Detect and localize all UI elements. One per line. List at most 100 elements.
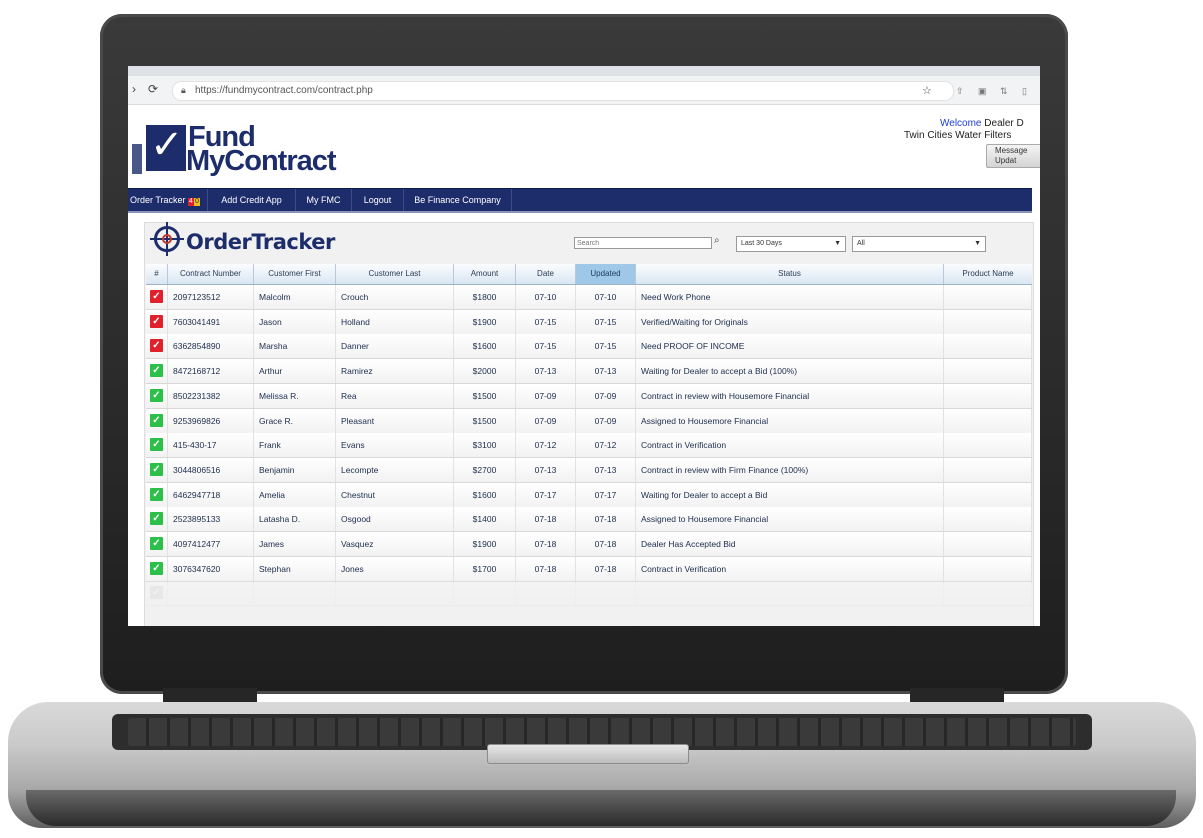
table-row[interactable]: ✓ 7603041491 Jason Holland $1900 07-15 07-15 Ve… [146, 309, 1032, 335]
table-row[interactable]: ✓ 415-430-17 Frank Evans $3100 07-12 07-12 Cont… [146, 433, 1032, 459]
customer-last-cell: Danner [336, 334, 454, 359]
customer-last-cell: Rea [336, 383, 454, 408]
table-row[interactable]: ✓ [146, 581, 1032, 607]
ok-check-icon[interactable]: ✓ [150, 537, 163, 550]
url-text: https://fundmycontract.com/contract.php [195, 85, 373, 96]
contract-number-cell [168, 581, 254, 606]
updated-cell [576, 581, 636, 606]
nav-be-finance-company[interactable]: Be Finance Company [404, 189, 512, 211]
status-cell: Need Work Phone [636, 285, 944, 309]
updated-cell: 07-13 [576, 457, 636, 482]
date-range-select[interactable]: Last 30 Days ▼ [736, 236, 846, 252]
flag-cell: ✓ [146, 285, 168, 309]
browser-tabstrip [128, 66, 1040, 76]
extension-icon[interactable]: ⇧ [956, 86, 964, 97]
col-updated[interactable]: Updated [576, 264, 636, 284]
flag-cell: ✓ [146, 433, 168, 458]
table-row[interactable]: ✓ 3076347620 Stephan Jones $1700 07-18 07-18 Co… [146, 556, 1032, 582]
customer-first-cell: Malcolm [254, 285, 336, 309]
table-row[interactable]: ✓ 2097123512 Malcolm Crouch $1800 07-10 07-10 N… [146, 285, 1032, 310]
customer-first-cell: Latasha D. [254, 507, 336, 532]
attention-check-icon[interactable]: ✓ [150, 339, 163, 353]
keyboard-keys [128, 718, 1076, 746]
nav-logout[interactable]: Logout [352, 189, 404, 211]
col-customer-first[interactable]: Customer First [254, 264, 336, 284]
amount-cell: $1500 [454, 408, 516, 433]
ok-check-icon[interactable]: ✓ [150, 388, 163, 402]
welcome-word: Welcome [940, 118, 982, 129]
table-row[interactable]: ✓ 8502231382 Melissa R. Rea $1500 07-09 07-09 C… [146, 383, 1032, 409]
amount-cell: $1900 [454, 532, 516, 556]
ok-check-icon[interactable]: ✓ [150, 487, 163, 501]
attention-check-icon[interactable]: ✓ [150, 290, 163, 303]
logo-check-icon: ✓ [150, 123, 184, 167]
product-name-cell [944, 507, 1032, 532]
product-name-cell [944, 532, 1032, 556]
flag-cell: ✓ [146, 457, 168, 482]
col-customer-last[interactable]: Customer Last [336, 264, 454, 284]
contract-number-cell: 6462947718 [168, 482, 254, 507]
reload-icon[interactable]: ⟳ [148, 82, 158, 96]
ok-check-icon[interactable]: ✓ [150, 561, 163, 575]
ok-check-icon[interactable]: ✓ [150, 512, 163, 526]
col-flag[interactable]: # [146, 264, 168, 284]
attention-check-icon[interactable]: ✓ [150, 314, 163, 328]
table-row[interactable]: ✓ 4097412477 James Vasquez $1900 07-18 07-18 De… [146, 532, 1032, 557]
forward-icon[interactable]: › [132, 82, 136, 96]
logo-text-mycontract[interactable]: MyContract [186, 146, 337, 176]
amount-cell: $2000 [454, 359, 516, 384]
messages-button[interactable]: Message Updat [986, 144, 1040, 168]
extension-icon[interactable]: ⇅ [1000, 86, 1008, 97]
date-cell: 07-18 [516, 532, 576, 556]
ok-check-icon[interactable]: ✓ [150, 438, 163, 452]
amount-cell: $1800 [454, 285, 516, 309]
status-cell: Contract in Verification [636, 556, 944, 581]
nav-my-fmc[interactable]: My FMC [296, 189, 352, 211]
nav-add-credit-app[interactable]: Add Credit App [208, 189, 296, 211]
extension-icon[interactable]: ▯ [1022, 86, 1027, 97]
customer-last-cell: Evans [336, 433, 454, 458]
customer-first-cell: Frank [254, 433, 336, 458]
table-row[interactable]: ✓ 2523895133 Latasha D. Osgood $1400 07-18 07-… [146, 507, 1032, 533]
customer-last-cell: Crouch [336, 285, 454, 309]
status-filter-select[interactable]: All ▼ [852, 236, 986, 252]
url-field[interactable]: 🔒︎ https://fundmycontract.com/contract.p… [172, 81, 954, 101]
touchpad [487, 744, 689, 764]
customer-first-cell: James [254, 532, 336, 556]
flag-cell: ✓ [146, 482, 168, 507]
product-name-cell [944, 457, 1032, 482]
customer-first-cell [254, 581, 336, 606]
updated-cell: 07-18 [576, 556, 636, 581]
customer-first-cell: Grace R. [254, 408, 336, 433]
table-row[interactable]: ✓ 6362854890 Marsha Danner $1600 07-15 07-15 Ne… [146, 334, 1032, 360]
search-input[interactable] [574, 237, 712, 249]
updated-cell: 07-15 [576, 334, 636, 359]
ok-check-icon[interactable]: ✓ [150, 586, 163, 600]
amount-cell: $1500 [454, 383, 516, 408]
dropdown-arrow-icon: ▼ [834, 240, 841, 247]
col-status[interactable]: Status [636, 264, 944, 284]
col-amount[interactable]: Amount [454, 264, 516, 284]
ok-check-icon[interactable]: ✓ [150, 413, 163, 427]
table-row[interactable]: ✓ 6462947718 Amelia Chestnut $1600 07-17 07-17… [146, 482, 1032, 508]
main-nav: Order Tracker 40 Add Credit App My FMC L… [128, 188, 1032, 213]
customer-first-cell: Jason [254, 309, 336, 334]
messages-label: Message [995, 146, 1028, 155]
table-row[interactable]: ✓ 9253969826 Grace R. Pleasant $1500 07-09 07-… [146, 408, 1032, 434]
product-name-cell [944, 433, 1032, 458]
welcome-user: Dealer D [984, 118, 1024, 129]
search-icon[interactable]: ⌕ [714, 235, 720, 246]
nav-order-tracker[interactable]: Order Tracker 40 [128, 189, 208, 211]
ok-check-icon[interactable]: ✓ [150, 462, 163, 476]
table-row[interactable]: ✓ 8472168712 Arthur Ramirez $2000 07-13 07-13 W… [146, 359, 1032, 385]
ok-check-icon[interactable]: ✓ [150, 364, 163, 378]
contract-number-cell: 2523895133 [168, 507, 254, 532]
col-contract-number[interactable]: Contract Number [168, 264, 254, 284]
extension-icon[interactable]: ▣ [978, 86, 987, 97]
col-date[interactable]: Date [516, 264, 576, 284]
flag-cell: ✓ [146, 507, 168, 532]
bookmark-star-icon[interactable]: ☆ [922, 84, 932, 97]
contract-number-cell: 8502231382 [168, 383, 254, 408]
col-product-name[interactable]: Product Name [944, 264, 1032, 284]
table-row[interactable]: ✓ 3044806516 Benjamin Lecompte $2700 07-13 07-… [146, 457, 1032, 483]
